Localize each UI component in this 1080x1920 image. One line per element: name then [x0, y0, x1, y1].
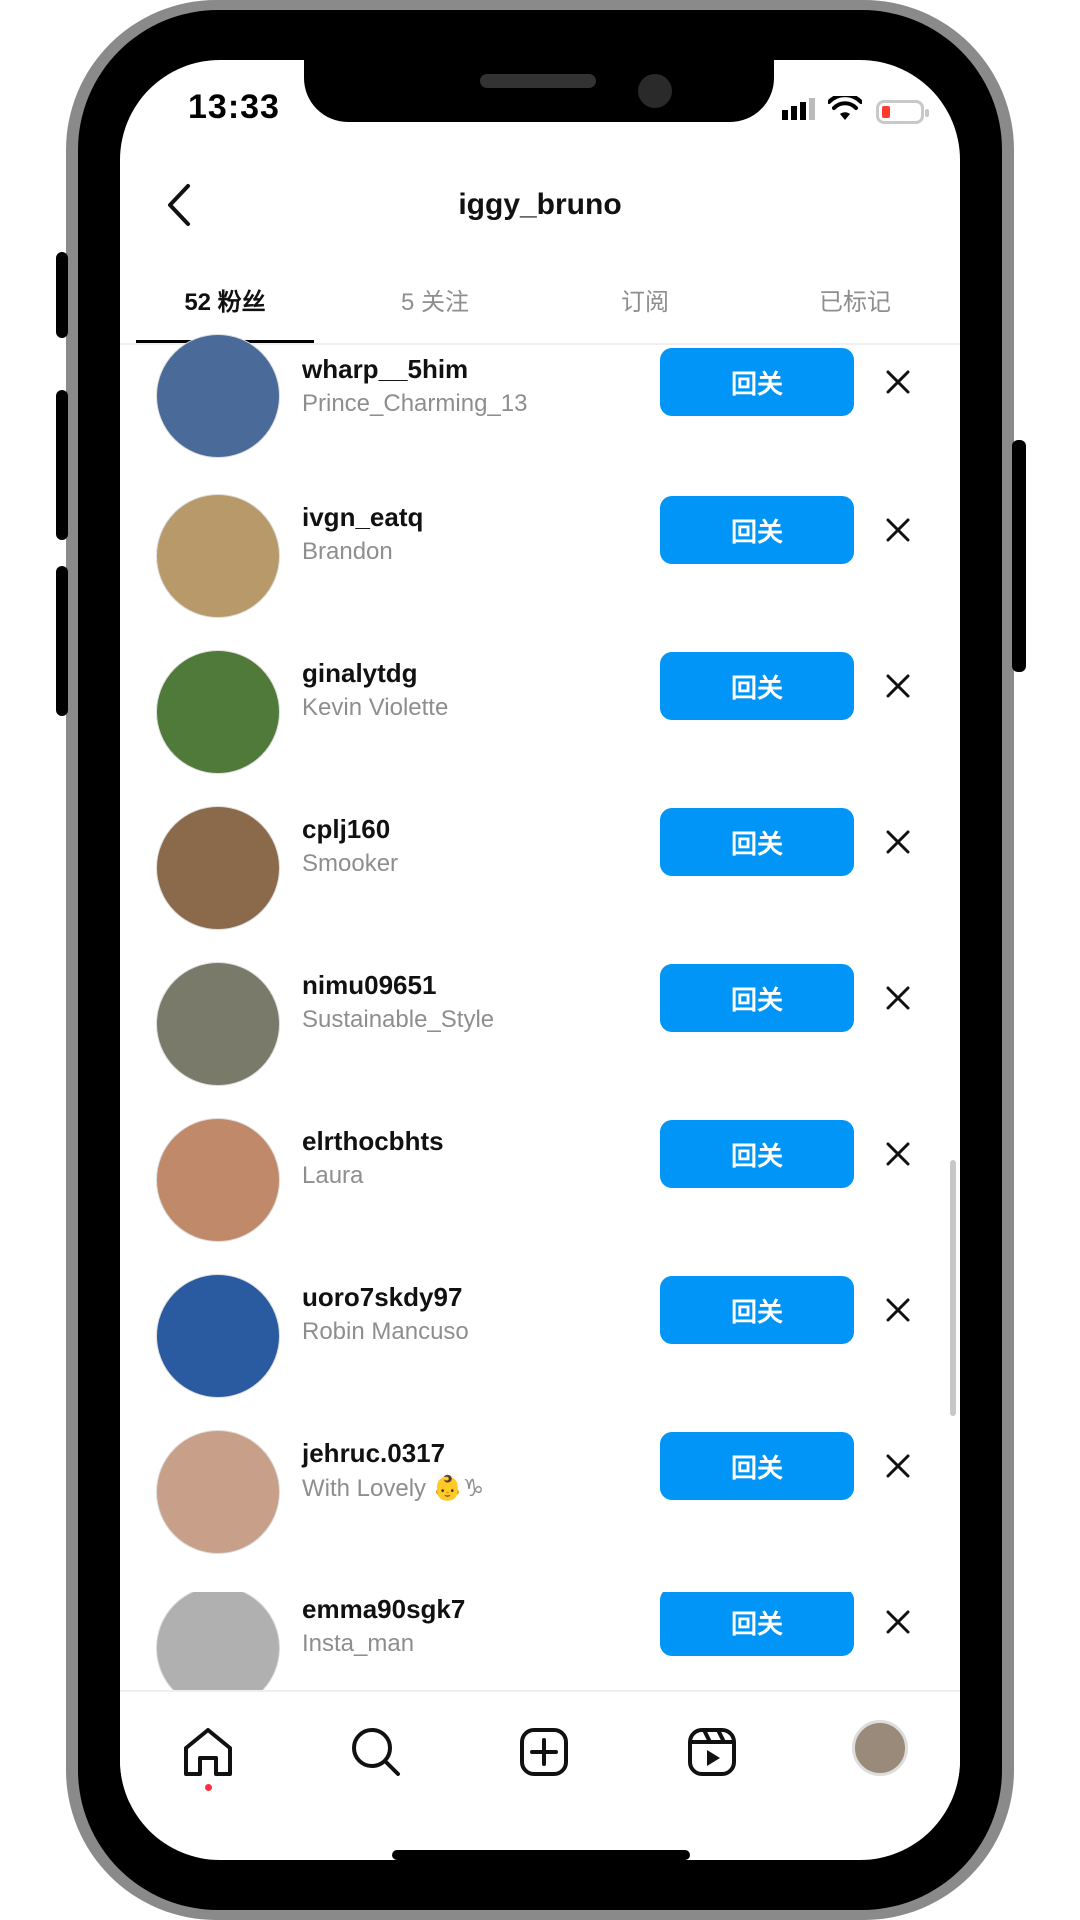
list-item[interactable]: jehruc.0317 With Lovely 👶♑ 回关 [120, 1430, 960, 1592]
profile-avatar[interactable] [852, 1720, 908, 1776]
screen: 13:33 iggy_bruno 52 粉丝 5 关注 订阅 已标记 wharp… [120, 60, 960, 1860]
full-name: Laura [302, 1162, 364, 1189]
close-icon[interactable] [884, 368, 912, 396]
username[interactable]: wharp__5him [302, 354, 468, 385]
follow-back-button[interactable]: 回关 [660, 1120, 854, 1188]
avatar[interactable] [156, 494, 280, 618]
create-icon[interactable] [514, 1722, 574, 1782]
bottom-nav [120, 1690, 960, 1802]
full-name: With Lovely 👶♑ [302, 1475, 485, 1502]
list-item[interactable]: ginalytdg Kevin Violette 回关 [120, 650, 960, 812]
username[interactable]: emma90sgk7 [302, 1594, 465, 1625]
speaker [480, 74, 596, 88]
username[interactable]: jehruc.0317 [302, 1438, 445, 1469]
tab-tagged[interactable]: 已标记 [750, 282, 960, 317]
username[interactable]: elrthocbhts [302, 1126, 444, 1157]
list-item[interactable]: emma90sgk7 Insta_man 回关 [120, 1592, 960, 1690]
follow-back-button[interactable]: 回关 [660, 1276, 854, 1344]
follow-back-button[interactable]: 回关 [660, 496, 854, 564]
close-icon[interactable] [884, 672, 912, 700]
signal-icon [782, 98, 818, 120]
home-indicator[interactable] [392, 1850, 690, 1860]
tab-following[interactable]: 5 关注 [330, 282, 540, 317]
close-icon[interactable] [884, 516, 912, 544]
full-name: Sustainable_Style [302, 1006, 495, 1033]
follow-back-button[interactable]: 回关 [660, 348, 854, 416]
power-button [1012, 440, 1026, 672]
list-item[interactable]: nimu09651 Sustainable_Style 回关 [120, 962, 960, 1124]
list-item[interactable]: uoro7skdy97 Robin Mancuso 回关 [120, 1274, 960, 1436]
username[interactable]: uoro7skdy97 [302, 1282, 462, 1313]
follow-back-button[interactable]: 回关 [660, 808, 854, 876]
follow-back-button[interactable]: 回关 [660, 1432, 854, 1500]
username[interactable]: ivgn_eatq [302, 502, 423, 533]
list-item[interactable]: cplj160 Smooker 回关 [120, 806, 960, 968]
follow-back-button[interactable]: 回关 [660, 652, 854, 720]
follow-back-button[interactable]: 回关 [660, 964, 854, 1032]
avatar[interactable] [156, 650, 280, 774]
avatar[interactable] [156, 806, 280, 930]
mute-switch [56, 252, 68, 338]
page-title: iggy_bruno [458, 188, 622, 221]
wifi-icon [828, 96, 862, 120]
full-name: Smooker [302, 850, 399, 877]
full-name: Insta_man [302, 1630, 415, 1657]
avatar[interactable] [156, 1592, 280, 1690]
home-icon[interactable] [178, 1722, 238, 1782]
front-camera [638, 74, 672, 108]
avatar[interactable] [156, 1430, 280, 1554]
close-icon[interactable] [884, 1452, 912, 1480]
username[interactable]: nimu09651 [302, 970, 436, 1001]
status-time: 13:33 [188, 88, 280, 126]
reels-icon[interactable] [682, 1722, 742, 1782]
notification-dot [205, 1784, 212, 1791]
list-item[interactable]: elrthocbhts Laura 回关 [120, 1118, 960, 1280]
volume-up-button [56, 390, 68, 540]
avatar[interactable] [156, 1274, 280, 1398]
close-icon[interactable] [884, 984, 912, 1012]
avatar[interactable] [156, 962, 280, 1086]
search-icon[interactable] [346, 1722, 406, 1782]
follow-back-button[interactable]: 回关 [660, 1592, 854, 1656]
scrollbar[interactable] [950, 1160, 956, 1416]
close-icon[interactable] [884, 1296, 912, 1324]
full-name: Kevin Violette [302, 694, 449, 721]
close-icon[interactable] [884, 828, 912, 856]
username[interactable]: ginalytdg [302, 658, 418, 689]
close-icon[interactable] [884, 1608, 912, 1636]
full-name: Prince_Charming_13 [302, 390, 528, 417]
full-name: Robin Mancuso [302, 1318, 469, 1345]
username[interactable]: cplj160 [302, 814, 390, 845]
tab-subscriptions[interactable]: 订阅 [540, 282, 750, 317]
avatar[interactable] [156, 1118, 280, 1242]
notch [304, 60, 774, 122]
close-icon[interactable] [884, 1140, 912, 1168]
avatar[interactable] [156, 334, 280, 458]
list-item[interactable]: ivgn_eatq Brandon 回关 [120, 494, 960, 656]
list-item[interactable]: wharp__5him Prince_Charming_13 回关 [120, 334, 960, 500]
volume-down-button [56, 566, 68, 716]
full-name: Brandon [302, 538, 393, 565]
tab-followers[interactable]: 52 粉丝 [120, 282, 330, 317]
battery-icon [876, 100, 929, 124]
